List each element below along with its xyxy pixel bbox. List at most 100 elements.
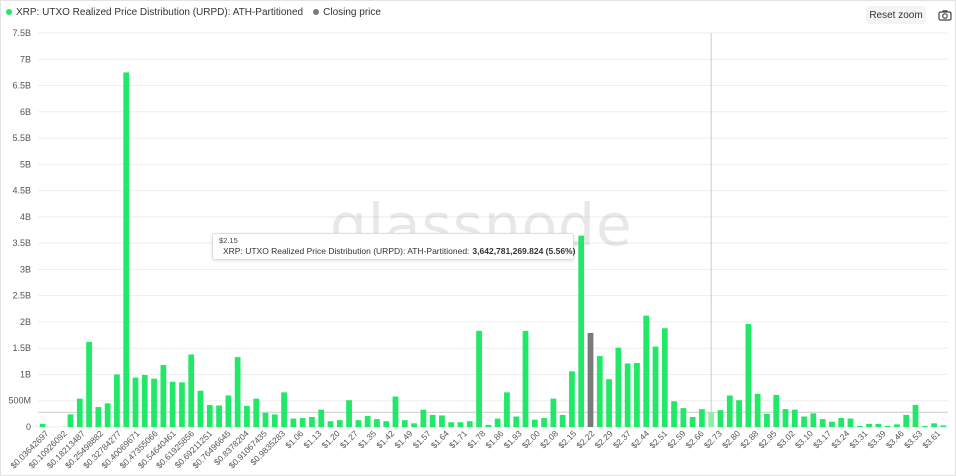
urpd-bar[interactable]	[745, 324, 752, 427]
urpd-bar[interactable]	[717, 410, 724, 427]
urpd-bar[interactable]	[875, 423, 882, 427]
urpd-bar[interactable]	[847, 418, 854, 427]
urpd-bar[interactable]	[791, 409, 798, 427]
urpd-bar[interactable]	[141, 374, 148, 427]
urpd-bar[interactable]	[671, 401, 677, 427]
urpd-bar[interactable]	[448, 422, 455, 427]
urpd-bar[interactable]	[114, 374, 120, 427]
urpd-bar[interactable]	[504, 392, 510, 427]
urpd-bar[interactable]	[132, 377, 139, 427]
urpd-bar[interactable]	[810, 413, 817, 427]
urpd-bar[interactable]	[634, 362, 640, 427]
urpd-bar[interactable]	[355, 420, 362, 427]
urpd-bar[interactable]	[764, 413, 770, 427]
urpd-bar[interactable]	[606, 379, 612, 427]
urpd-bar[interactable]	[457, 422, 464, 427]
urpd-bar[interactable]	[392, 396, 399, 427]
urpd-bar[interactable]	[104, 403, 111, 427]
urpd-bar[interactable]	[819, 419, 826, 427]
urpd-bar[interactable]	[661, 328, 668, 427]
urpd-bar[interactable]	[699, 409, 705, 427]
urpd-bar[interactable]	[67, 414, 74, 427]
urpd-bar[interactable]	[95, 407, 102, 427]
urpd-bar[interactable]	[179, 382, 185, 427]
x-tick-label: $3.61	[920, 428, 942, 450]
urpd-bar[interactable]	[39, 423, 46, 427]
urpd-bar[interactable]	[513, 416, 520, 427]
urpd-bar[interactable]	[578, 235, 585, 427]
urpd-bar[interactable]	[615, 347, 622, 427]
urpd-bar[interactable]	[290, 418, 297, 427]
urpd-bar[interactable]	[76, 398, 83, 427]
urpd-bar[interactable]	[569, 371, 575, 427]
urpd-bar[interactable]	[773, 394, 780, 427]
urpd-bar[interactable]	[216, 405, 222, 427]
urpd-bar[interactable]	[309, 417, 315, 427]
urpd-bar[interactable]	[364, 415, 371, 427]
urpd-bar[interactable]	[736, 400, 742, 427]
urpd-bar[interactable]	[262, 412, 269, 427]
urpd-bar[interactable]	[244, 405, 250, 427]
urpd-bar[interactable]	[754, 393, 761, 427]
y-tick-label: 7.5B	[12, 28, 31, 38]
urpd-bar[interactable]	[550, 398, 557, 427]
urpd-bar[interactable]	[643, 315, 650, 427]
urpd-bar[interactable]	[336, 420, 343, 427]
urpd-bar[interactable]	[856, 425, 863, 427]
urpd-bar[interactable]	[522, 330, 529, 427]
urpd-bar[interactable]	[485, 424, 492, 427]
urpd-bar[interactable]	[271, 414, 278, 427]
urpd-bar[interactable]	[912, 404, 919, 427]
urpd-bar[interactable]	[494, 418, 501, 427]
urpd-bar[interactable]	[921, 425, 928, 427]
urpd-bar[interactable]	[383, 421, 390, 427]
urpd-bar[interactable]	[884, 425, 891, 427]
urpd-bar[interactable]	[541, 418, 547, 427]
urpd-bar[interactable]	[151, 378, 157, 427]
urpd-bar[interactable]	[206, 404, 213, 427]
closing-price-bar[interactable]	[587, 332, 594, 427]
urpd-bar[interactable]	[281, 392, 287, 427]
urpd-bar[interactable]	[123, 72, 130, 428]
urpd-bar[interactable]	[411, 423, 417, 427]
urpd-bar[interactable]	[531, 419, 538, 427]
urpd-bar[interactable]	[680, 408, 687, 427]
urpd-bar[interactable]	[299, 418, 306, 427]
urpd-bar[interactable]	[726, 395, 733, 427]
urpd-bar[interactable]	[652, 346, 659, 427]
urpd-bar[interactable]	[894, 424, 900, 427]
urpd-bar[interactable]	[234, 357, 241, 427]
urpd-bar[interactable]	[708, 412, 715, 427]
urpd-bar[interactable]	[829, 421, 835, 427]
x-tick-label: $2.59	[665, 428, 687, 450]
urpd-bar[interactable]	[624, 363, 631, 427]
urpd-bar[interactable]	[596, 356, 603, 427]
urpd-bar[interactable]	[903, 414, 910, 427]
urpd-bar[interactable]	[197, 390, 204, 427]
urpd-bar[interactable]	[559, 414, 566, 427]
urpd-bar[interactable]	[327, 421, 334, 427]
y-tick-label: 2B	[20, 317, 31, 327]
urpd-bar[interactable]	[838, 418, 845, 427]
urpd-bar[interactable]	[931, 423, 937, 427]
urpd-bar[interactable]	[782, 409, 789, 427]
urpd-bar[interactable]	[801, 416, 807, 427]
urpd-bar[interactable]	[439, 415, 445, 427]
urpd-bar[interactable]	[318, 409, 325, 427]
urpd-bar[interactable]	[169, 381, 176, 427]
urpd-bar[interactable]	[940, 425, 947, 427]
urpd-bar[interactable]	[476, 330, 482, 427]
urpd-bar[interactable]	[225, 395, 232, 427]
urpd-bar[interactable]	[86, 341, 92, 427]
urpd-bar[interactable]	[401, 420, 408, 427]
urpd-bar[interactable]	[346, 400, 352, 427]
urpd-bar[interactable]	[188, 354, 195, 427]
urpd-bar[interactable]	[466, 421, 473, 427]
urpd-bar[interactable]	[429, 414, 436, 427]
urpd-bar[interactable]	[160, 365, 167, 427]
urpd-bar[interactable]	[689, 417, 696, 427]
urpd-bar[interactable]	[866, 423, 872, 427]
urpd-bar[interactable]	[420, 409, 427, 427]
urpd-bar[interactable]	[253, 398, 260, 427]
urpd-bar[interactable]	[374, 419, 380, 427]
